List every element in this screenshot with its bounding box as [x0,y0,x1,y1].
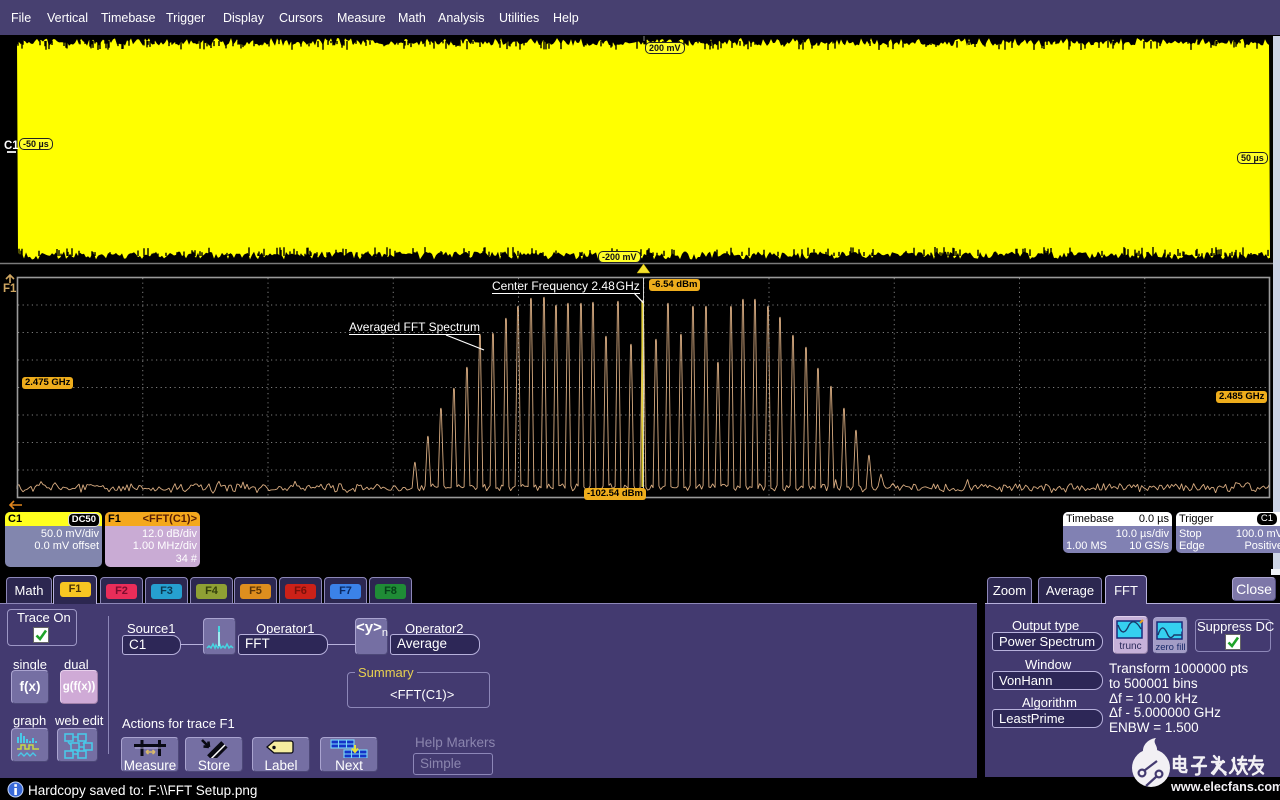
svg-text:www.elecfans.com: www.elecfans.com [1170,780,1280,794]
